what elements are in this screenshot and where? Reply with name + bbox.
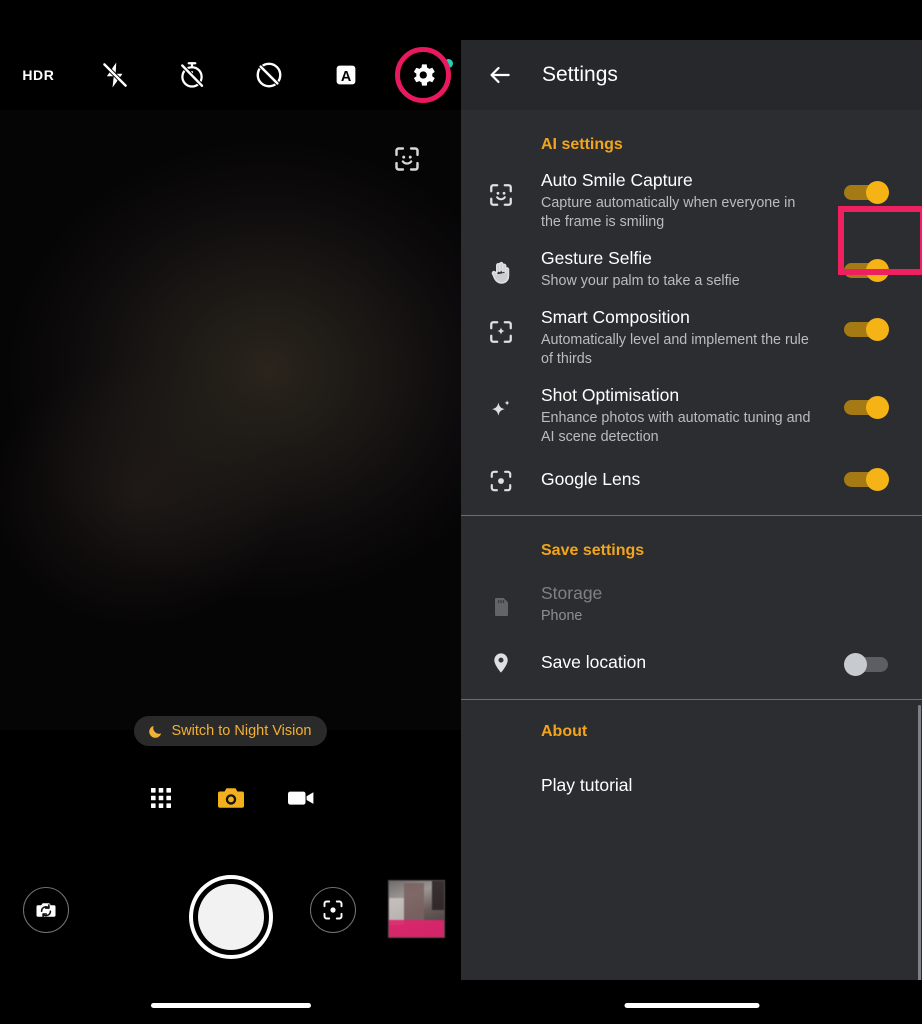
toggle-smart-composition[interactable] — [844, 318, 890, 341]
smile-detect-icon — [461, 169, 541, 208]
timer-off-icon — [177, 60, 207, 90]
camera-app: HDR A Switch to Night Vision — [0, 0, 461, 1024]
setting-text: Auto Smile Capture Capture automatically… — [541, 169, 844, 232]
camera-settings-button[interactable] — [384, 40, 461, 110]
setting-title: Smart Composition — [541, 307, 690, 327]
palm-hand-icon — [461, 247, 541, 286]
camera-mode-switcher — [0, 778, 461, 818]
google-lens-icon — [461, 466, 541, 494]
setting-row-google-lens[interactable]: Google Lens — [461, 447, 922, 494]
setting-title: Auto Smile Capture — [541, 170, 693, 190]
settings-status-bar — [461, 0, 922, 40]
toggle-container — [844, 774, 922, 786]
setting-row-smart-composition[interactable]: Smart Composition Automatically level an… — [461, 291, 922, 369]
google-lens-button[interactable] — [310, 887, 356, 933]
setting-subtitle: Show your palm to take a selfie — [541, 273, 740, 289]
setting-text: Google Lens — [541, 466, 844, 490]
photo-mode-button[interactable] — [215, 782, 247, 814]
flash-button[interactable] — [77, 40, 154, 110]
empty-icon-slot — [461, 774, 541, 787]
camera-status-bar — [0, 0, 461, 40]
camera-nav-bar-bg — [0, 980, 461, 1024]
settings-panel: Settings AI settings Auto Smile Capture … — [461, 0, 922, 1024]
toggle-container — [844, 306, 922, 341]
setting-row-storage: Storage Phone — [461, 560, 922, 626]
camera-bottom-area: Switch to Night Vision — [0, 716, 461, 1024]
section-header-ai-settings: AI settings — [541, 136, 623, 153]
settings-nav-bar-bg — [461, 980, 922, 1024]
setting-subtitle: Capture automatically when everyone in t… — [541, 195, 796, 230]
google-lens-icon — [323, 900, 343, 920]
setting-row-save-location[interactable]: Save location — [461, 626, 922, 676]
toggle-container — [844, 582, 922, 594]
more-modes-button[interactable] — [145, 782, 177, 814]
toggle-shot-optimisation[interactable] — [844, 396, 890, 419]
camera-top-toolbar: HDR A — [0, 40, 461, 110]
setting-text: Storage Phone — [541, 582, 844, 626]
setting-subtitle: Enhance photos with automatic tuning and… — [541, 410, 811, 445]
toggle-auto-smile-capture[interactable] — [844, 181, 890, 204]
setting-text: Smart Composition Automatically level an… — [541, 306, 844, 369]
page-title: Settings — [542, 63, 618, 86]
setting-text: Shot Optimisation Enhance photos with au… — [541, 384, 844, 447]
shutter-inner — [197, 884, 264, 950]
hdr-label: HDR — [22, 67, 55, 83]
setting-title: Google Lens — [541, 469, 641, 489]
setting-title: Shot Optimisation — [541, 385, 680, 405]
svg-text:A: A — [341, 69, 351, 85]
night-vision-label: Switch to Night Vision — [171, 723, 312, 739]
switch-camera-button[interactable] — [23, 887, 69, 933]
setting-value: Phone — [541, 608, 583, 624]
home-indicator-right — [624, 1003, 759, 1008]
home-indicator-left — [150, 1003, 311, 1008]
setting-title: Play tutorial — [541, 775, 633, 795]
switch-camera-icon — [36, 903, 56, 918]
filter-button[interactable] — [230, 40, 307, 110]
toggle-highlight-box — [838, 206, 922, 275]
auto-mode-button[interactable]: A — [307, 40, 384, 110]
toggle-container — [844, 169, 922, 204]
setting-text: Save location — [541, 650, 844, 673]
toggle-google-lens[interactable] — [844, 468, 890, 491]
back-button[interactable] — [480, 55, 520, 95]
settings-scrollbar[interactable] — [918, 705, 921, 1024]
settings-highlight-ring — [394, 47, 451, 103]
setting-title: Storage — [541, 583, 603, 603]
toggle-container — [844, 384, 922, 419]
night-vision-button[interactable]: Switch to Night Vision — [133, 716, 328, 746]
setting-title: Save location — [541, 652, 647, 672]
auto-mode-icon: A — [331, 60, 361, 90]
toggle-container — [844, 466, 922, 491]
sd-card-icon — [461, 582, 541, 619]
setting-text: Gesture Selfie Show your palm to take a … — [541, 247, 844, 291]
location-pin-icon — [461, 650, 541, 675]
settings-header: Settings — [461, 40, 922, 110]
no-filter-icon — [254, 60, 284, 90]
smart-composition-icon — [461, 306, 541, 345]
camera-preview[interactable] — [0, 110, 461, 730]
setting-subtitle: Automatically level and implement the ru… — [541, 332, 809, 367]
hdr-button[interactable]: HDR — [0, 40, 77, 110]
flash-off-icon — [100, 60, 130, 90]
sparkles-icon — [461, 384, 541, 423]
setting-text: Play tutorial — [541, 774, 844, 796]
smile-detect-icon — [393, 145, 421, 173]
setting-title: Gesture Selfie — [541, 248, 652, 268]
section-header-save-settings: Save settings — [541, 542, 645, 559]
section-header-about: About — [541, 723, 588, 740]
back-arrow-icon — [490, 66, 510, 84]
setting-row-shot-optimisation[interactable]: Shot Optimisation Enhance photos with au… — [461, 369, 922, 447]
phone-screenshot: HDR A Switch to Night Vision Settings AI… — [0, 0, 922, 1024]
toggle-container — [844, 650, 922, 676]
timer-button[interactable] — [154, 40, 231, 110]
setting-row-play-tutorial[interactable]: Play tutorial — [461, 741, 922, 796]
toggle-save-location[interactable] — [844, 653, 890, 676]
shutter-button[interactable] — [188, 875, 273, 959]
video-mode-button[interactable] — [285, 782, 317, 814]
last-photo-thumbnail[interactable] — [388, 880, 445, 938]
moon-icon — [147, 723, 164, 740]
